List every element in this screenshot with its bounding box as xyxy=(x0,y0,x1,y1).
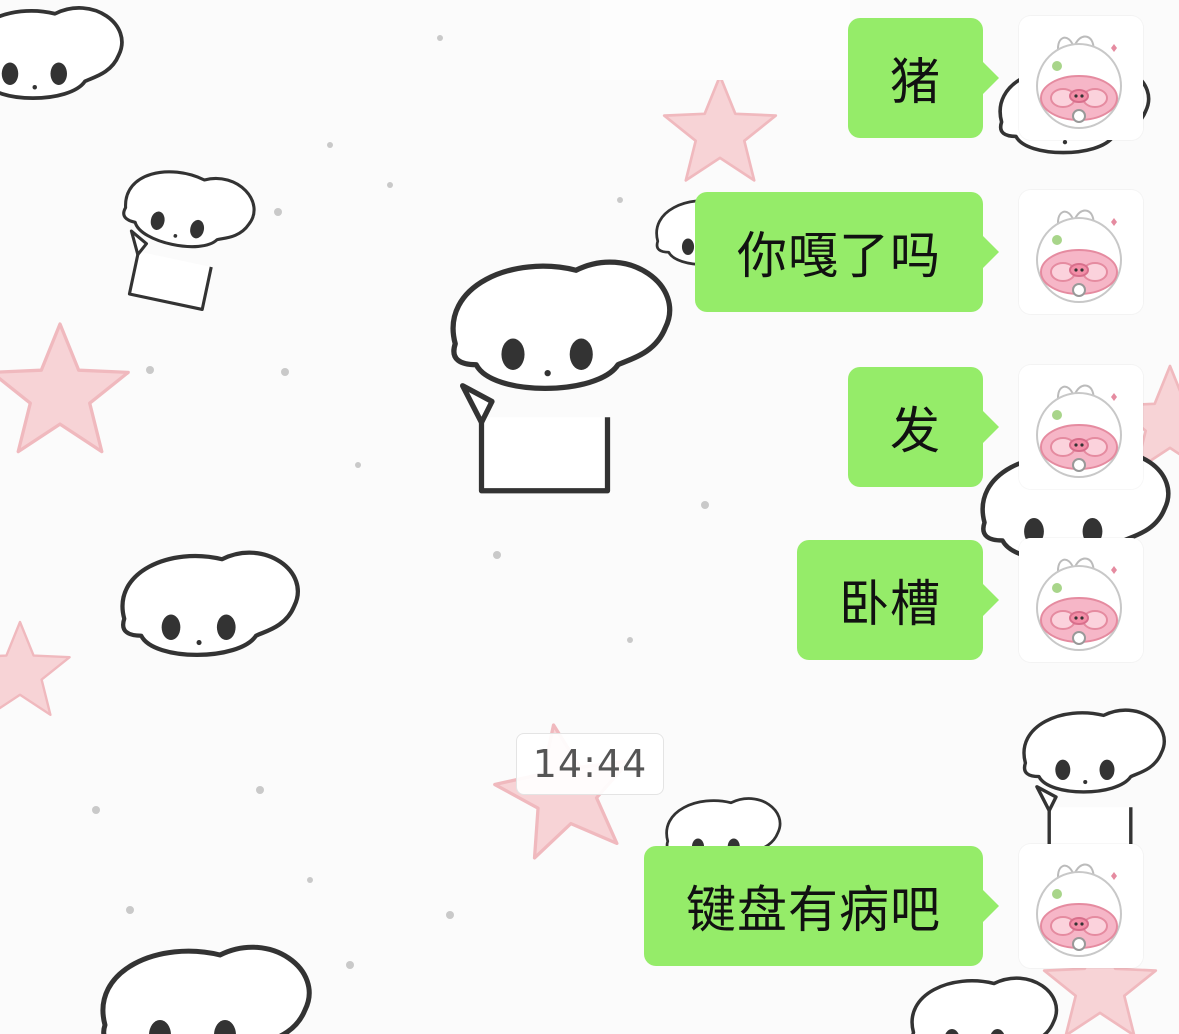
message-timestamp: 14:44 xyxy=(516,733,664,795)
user-avatar[interactable] xyxy=(1019,16,1143,140)
pig-bunny-avatar-icon xyxy=(1019,844,1143,968)
user-avatar[interactable] xyxy=(1019,538,1143,662)
message-list[interactable]: 猪 你嘎了吗 发 卧槽 14:44 键盘有病吧 xyxy=(0,0,1179,1034)
pig-bunny-avatar-icon xyxy=(1019,190,1143,314)
message-row: 发 xyxy=(848,365,1143,489)
user-avatar[interactable] xyxy=(1019,190,1143,314)
message-row: 键盘有病吧 xyxy=(644,844,1143,968)
message-bubble[interactable]: 键盘有病吧 xyxy=(644,846,999,966)
message-bubble[interactable]: 发 xyxy=(848,367,999,487)
message-bubble[interactable]: 卧槽 xyxy=(797,540,999,660)
user-avatar[interactable] xyxy=(1019,365,1143,489)
pig-bunny-avatar-icon xyxy=(1019,365,1143,489)
message-bubble[interactable]: 你嘎了吗 xyxy=(695,192,999,312)
message-row: 你嘎了吗 xyxy=(695,190,1143,314)
user-avatar[interactable] xyxy=(1019,844,1143,968)
message-row: 卧槽 xyxy=(797,538,1143,662)
message-row: 猪 xyxy=(848,16,1143,140)
pig-bunny-avatar-icon xyxy=(1019,16,1143,140)
pig-bunny-avatar-icon xyxy=(1019,538,1143,662)
message-bubble[interactable]: 猪 xyxy=(848,18,999,138)
